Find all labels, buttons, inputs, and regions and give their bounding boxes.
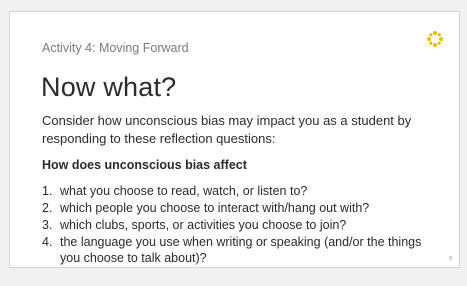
list-item-number: 3. <box>42 218 53 232</box>
logo-dot <box>437 41 441 45</box>
list-item-text: which people you choose to interact with… <box>60 201 370 215</box>
logo-dot <box>433 31 437 35</box>
list-item: 2. which people you choose to interact w… <box>42 200 437 216</box>
list-item: 3. which clubs, sports, or activities yo… <box>42 217 437 233</box>
list-item-text: what you choose to read, watch, or liste… <box>60 184 308 198</box>
loading-dots-icon <box>427 31 443 47</box>
page: Activity 4: Moving Forward Now what? Con… <box>0 0 467 286</box>
slide-number: 8 <box>449 256 452 262</box>
list-item-number: 4. <box>42 235 53 249</box>
slide-title: Now what? <box>41 72 177 102</box>
logo-dot <box>429 41 433 45</box>
logo-dot <box>433 43 437 47</box>
intro-text: Consider how unconscious bias may impact… <box>42 113 412 146</box>
activity-label: Activity 4: Moving Forward <box>42 41 189 55</box>
list-item-number: 1. <box>42 184 53 198</box>
list-item-number: 2. <box>42 201 53 215</box>
logo-dot <box>427 37 431 41</box>
list-item-text: which clubs, sports, or activities you c… <box>60 218 347 232</box>
list-item-text: the language you use when writing or spe… <box>60 235 422 265</box>
logo-dot <box>437 33 441 37</box>
list-item: 1. what you choose to read, watch, or li… <box>42 183 437 199</box>
list-item: 4. the language you use when writing or … <box>42 234 437 266</box>
logo-dot <box>439 37 443 41</box>
question-subheading: How does unconscious bias affect <box>42 158 247 172</box>
logo-dot <box>429 33 433 37</box>
question-list: 1. what you choose to read, watch, or li… <box>42 183 437 267</box>
slide: Activity 4: Moving Forward Now what? Con… <box>9 11 460 268</box>
